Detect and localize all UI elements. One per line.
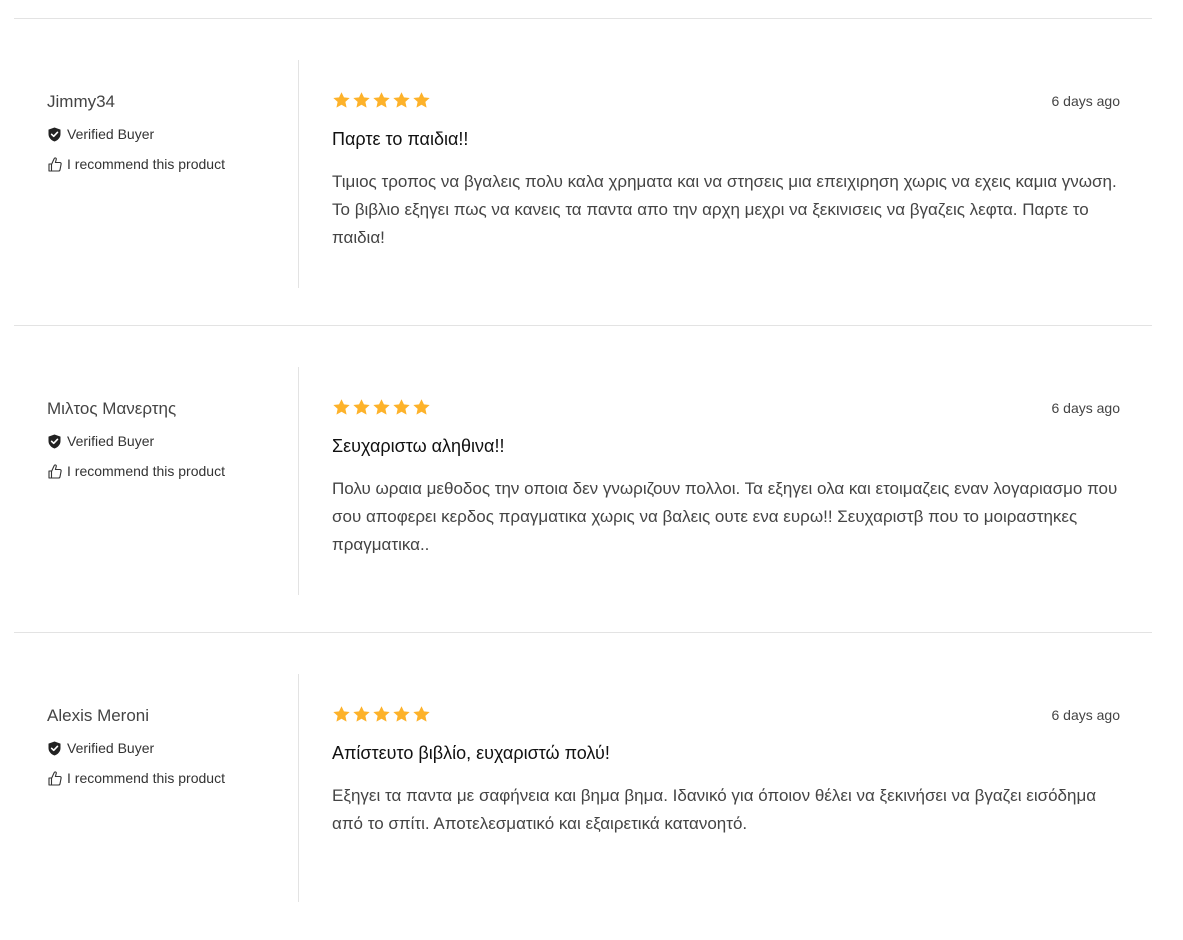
recommend-label: I recommend this product [67,463,225,479]
review-date: 6 days ago [1051,93,1121,109]
star-icon [373,399,390,415]
verified-shield-icon [47,740,62,756]
star-icon [413,399,430,415]
star-icon [353,92,370,108]
review-card: Alexis Meroni Verified Buyer I recommend… [14,633,1152,940]
thumbs-up-icon [47,770,62,786]
recommend-product-line: I recommend this product [47,463,287,479]
star-icon [333,399,350,415]
review-title: Σευχαριστω αληθινα!! [332,436,505,456]
review-title: Παρτε το παιδια!! [332,129,469,149]
review-author-info: Jimmy34 Verified Buyer I recommend this … [47,92,287,186]
star-icon [353,706,370,722]
review-author-info: Alexis Meroni Verified Buyer I recommend… [47,706,287,800]
star-icon [393,92,410,108]
star-icon [373,706,390,722]
thumbs-up-icon [47,463,62,479]
review-card: Μιλτος Μανερτης Verified Buyer I recomme… [14,326,1152,633]
star-rating [332,91,1120,111]
review-date: 6 days ago [1051,707,1121,723]
review-date: 6 days ago [1051,400,1121,416]
recommend-label: I recommend this product [67,156,225,172]
star-icon [393,706,410,722]
review-content: 6 days ago Απίστευτο βιβλίο, ευχαριστώ π… [332,705,1120,838]
recommend-product-line: I recommend this product [47,770,287,786]
review-title: Απίστευτο βιβλίο, ευχαριστώ πολύ! [332,743,610,763]
verified-buyer-label: Verified Buyer [67,433,155,449]
review-content: 6 days ago Παρτε το παιδια!! Τιμιος τροπ… [332,91,1120,252]
review-author-info: Μιλτος Μανερτης Verified Buyer I recomme… [47,399,287,493]
star-icon [333,706,350,722]
verified-buyer-badge: Verified Buyer [47,740,287,756]
star-icon [373,92,390,108]
star-icon [353,399,370,415]
recommend-product-line: I recommend this product [47,156,287,172]
review-body: Πολυ ωραια μεθοδος την οποια δεν γνωριζο… [332,479,1118,554]
verified-buyer-label: Verified Buyer [67,740,155,756]
recommend-label: I recommend this product [67,770,225,786]
review-author-name: Jimmy34 [47,92,116,111]
star-icon [413,706,430,722]
star-icon [393,399,410,415]
review-author-name: Alexis Meroni [47,706,150,725]
star-icon [333,92,350,108]
review-content: 6 days ago Σευχαριστω αληθινα!! Πολυ ωρα… [332,398,1120,559]
star-icon [413,92,430,108]
verified-shield-icon [47,433,62,449]
verified-buyer-badge: Verified Buyer [47,433,287,449]
review-body: Εξηγει τα παντα με σαφήνεια και βημα βημ… [332,786,1097,833]
verified-shield-icon [47,126,62,142]
column-separator [298,60,299,288]
column-separator [298,674,299,902]
thumbs-up-icon [47,156,62,172]
star-rating [332,398,1120,418]
review-card: Jimmy34 Verified Buyer I recommend this … [14,19,1152,326]
verified-buyer-label: Verified Buyer [67,126,155,142]
review-body: Τιμιος τροπος να βγαλεις πολυ καλα χρημα… [332,172,1117,247]
review-author-name: Μιλτος Μανερτης [47,399,177,418]
verified-buyer-badge: Verified Buyer [47,126,287,142]
column-separator [298,367,299,595]
review-list: Jimmy34 Verified Buyer I recommend this … [14,19,1152,940]
star-rating [332,705,1120,725]
